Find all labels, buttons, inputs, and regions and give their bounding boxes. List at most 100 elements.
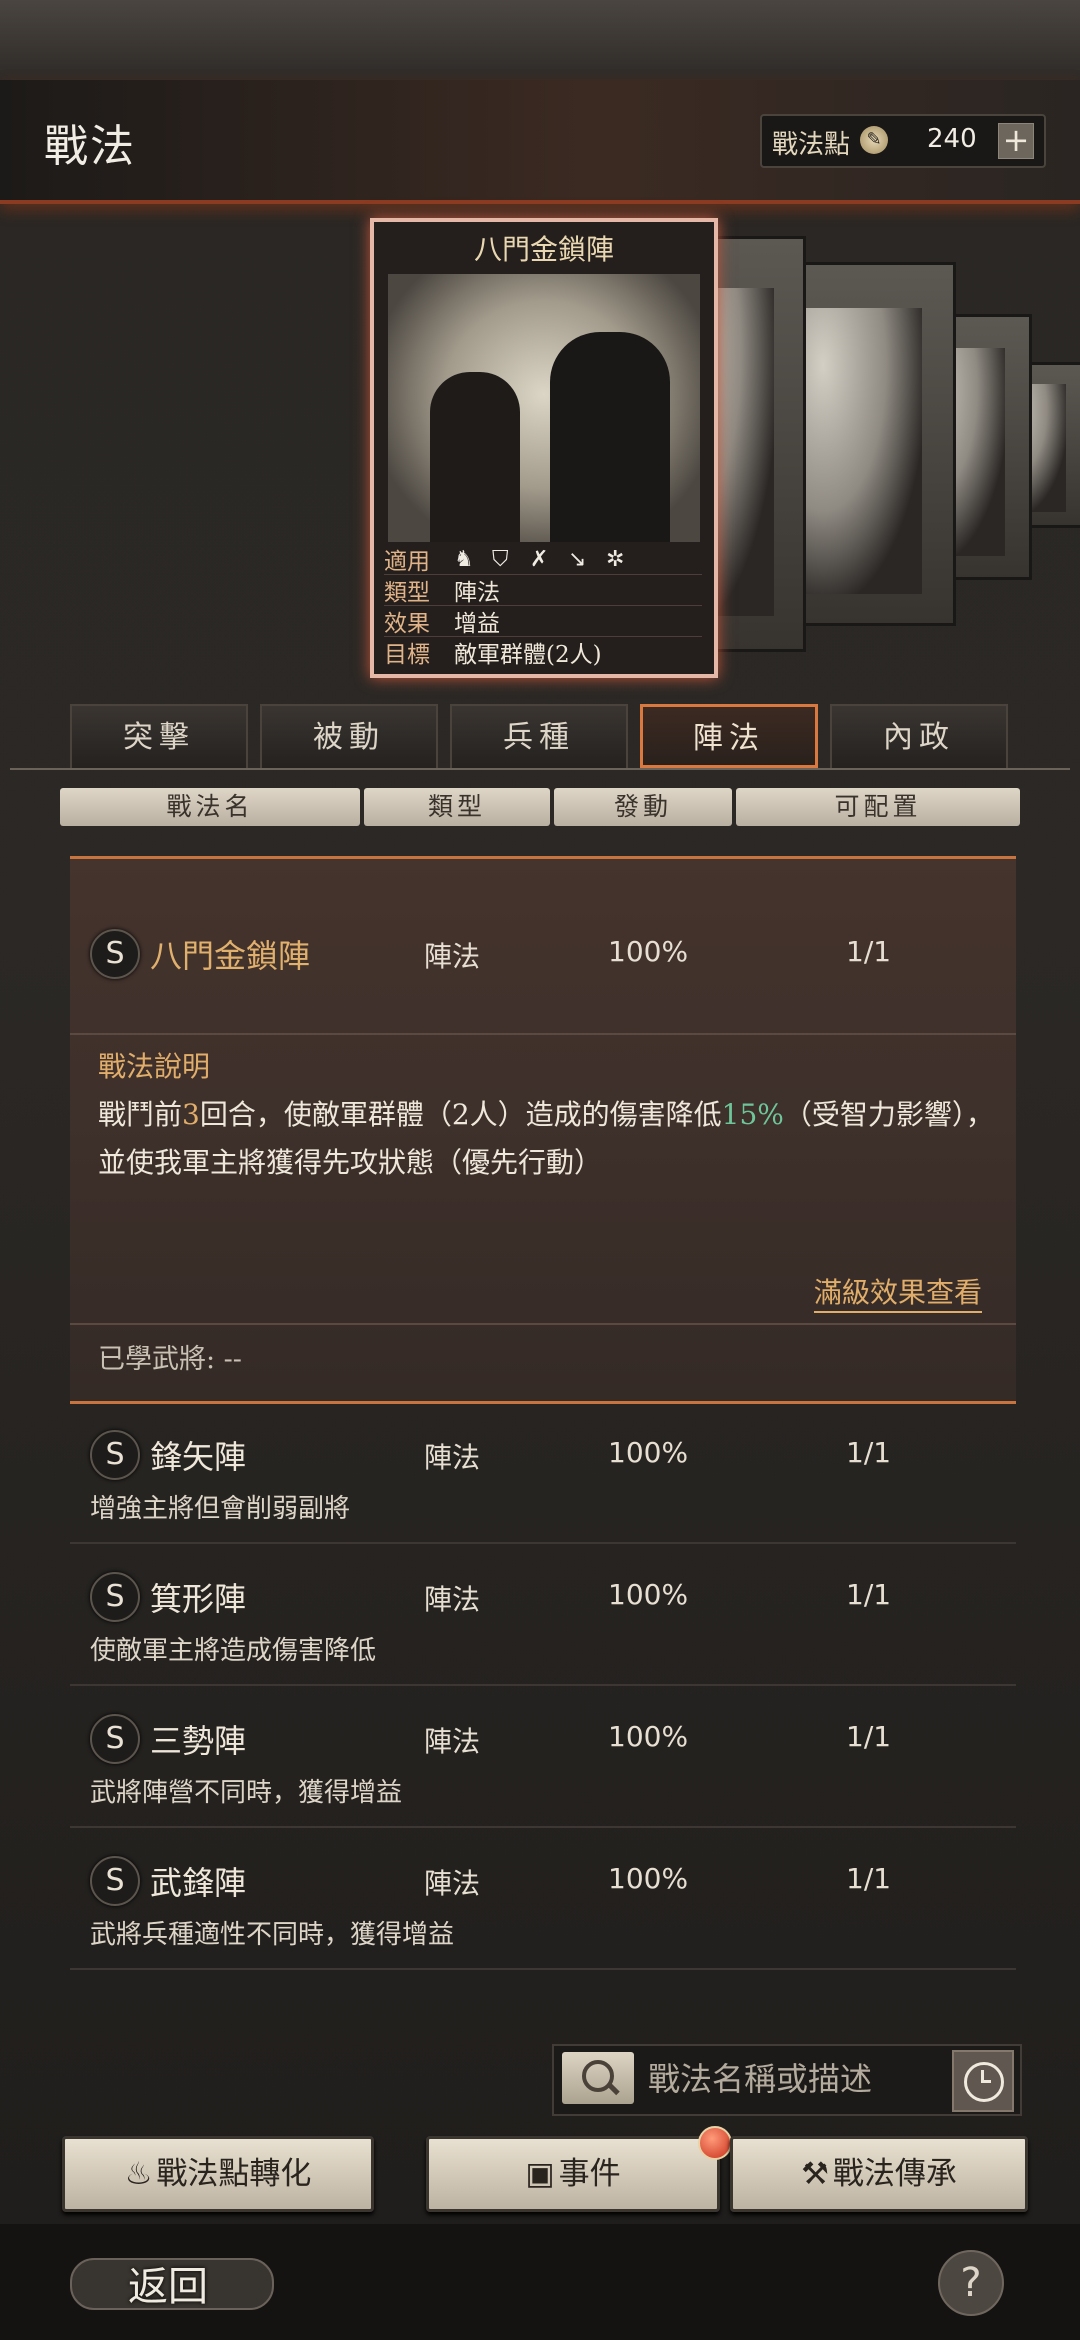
- archer-icon: ✗: [530, 547, 549, 572]
- tactic-rate: 100%: [608, 1720, 689, 1753]
- tactic-summary: 武將兵種適性不同時，獲得增益: [90, 1920, 455, 1950]
- card-row-target: 目標 敵軍群體(2人): [384, 637, 702, 668]
- desc-percent: 15%: [721, 1098, 784, 1131]
- siege-icon: ✲: [606, 547, 625, 572]
- tactic-type: 陣法: [424, 1441, 481, 1474]
- tactic-summary: 使敵軍主將造成傷害降低: [90, 1636, 377, 1666]
- button-label: 事件: [558, 2156, 621, 2192]
- divider: [70, 1323, 1016, 1325]
- unit-icons: ♞ ⛉ ✗ ↘ ✲: [454, 546, 644, 572]
- button-label: 戰法點轉化: [156, 2156, 312, 2192]
- top-decor-band: [0, 0, 1080, 80]
- back-label: 返回: [128, 2264, 208, 2310]
- events-button[interactable]: ▣ 事件: [426, 2136, 720, 2212]
- tab-internal-affairs[interactable]: 內政: [830, 704, 1008, 768]
- convert-points-button[interactable]: ♨ 戰法點轉化: [62, 2136, 374, 2212]
- learned-generals: 已學武將: --: [98, 1344, 242, 1375]
- tactic-type: 陣法: [424, 1583, 481, 1616]
- tactic-name: 三勢陣: [150, 1722, 247, 1760]
- column-header-slots[interactable]: 可配置: [736, 788, 1020, 826]
- grade-badge: S: [90, 1856, 140, 1906]
- search-icon[interactable]: [562, 2052, 634, 2104]
- full-level-effect-link[interactable]: 滿級效果查看: [813, 1271, 982, 1313]
- card-value: 陣法: [454, 580, 500, 606]
- hammer-icon: ⚒: [801, 2156, 829, 2192]
- tactic-slots: 1/1: [846, 1578, 892, 1611]
- grade-badge: S: [90, 1572, 140, 1622]
- help-button[interactable]: ?: [938, 2250, 1004, 2316]
- tactic-name: 八門金鎖陣: [150, 937, 311, 975]
- button-label: 戰法傳承: [832, 2156, 957, 2192]
- tactic-rate: 100%: [608, 1862, 689, 1895]
- card-row-effect: 效果 增益: [384, 606, 702, 637]
- list-item[interactable]: S 武鋒陣 陣法 100% 1/1 武將兵種適性不同時，獲得增益: [70, 1828, 1016, 1970]
- tactic-rate: 100%: [608, 935, 689, 968]
- list-item[interactable]: S 鋒矢陣 陣法 100% 1/1 增強主將但會削弱副將: [70, 1402, 1016, 1544]
- divider: [70, 1033, 1016, 1035]
- tactic-rate: 100%: [608, 1436, 689, 1469]
- notification-badge: [698, 2126, 732, 2160]
- card-row-type: 類型 陣法: [384, 575, 702, 606]
- tactic-type: 陣法: [424, 1867, 481, 1900]
- card-artwork: [388, 274, 700, 542]
- column-header-type[interactable]: 類型: [364, 788, 550, 826]
- tactic-summary: 增強主將但會削弱副將: [90, 1494, 351, 1524]
- shield-icon: ⛉: [492, 547, 509, 572]
- coin-icon: ✎: [860, 126, 888, 154]
- points-value: 240: [927, 124, 977, 154]
- tactic-name: 鋒矢陣: [150, 1438, 247, 1476]
- inherit-tactic-button[interactable]: ⚒ 戰法傳承: [730, 2136, 1028, 2212]
- tab-divider: [10, 768, 1070, 770]
- desc-turns: 3: [182, 1098, 200, 1131]
- grade-badge: S: [90, 1714, 140, 1764]
- search-input[interactable]: [646, 2054, 940, 2104]
- tactic-slots: 1/1: [846, 1862, 892, 1895]
- expanded-tactic-row[interactable]: S 八門金鎖陣 陣法 100% 1/1 戰法說明 戰鬥前3回合，使敵軍群體（2人…: [70, 856, 1016, 1404]
- grade-badge: S: [90, 929, 140, 979]
- tab-formation[interactable]: 陣法: [640, 704, 818, 768]
- column-header-name[interactable]: 戰法名: [60, 788, 360, 826]
- selected-tactic-card[interactable]: 八門金鎖陣 適用 ♞ ⛉ ✗ ↘ ✲ 類型 陣法 效果 增益 目標 敵軍群體(2人): [370, 218, 718, 678]
- tab-assault[interactable]: 突擊: [70, 704, 248, 768]
- points-label: 戰法點: [772, 130, 851, 160]
- clock-icon[interactable]: [952, 2050, 1014, 2112]
- tactic-name: 武鋒陣: [150, 1864, 247, 1902]
- grade-badge: S: [90, 1430, 140, 1480]
- card-key: 適用: [384, 549, 430, 575]
- card-key: 類型: [384, 580, 430, 606]
- card-key: 效果: [384, 611, 430, 637]
- tactic-name: 箕形陣: [150, 1580, 247, 1618]
- tactic-rate: 100%: [608, 1578, 689, 1611]
- tactic-slots: 1/1: [846, 1720, 892, 1753]
- spear-icon: ↘: [568, 547, 587, 572]
- tactic-points-panel: 戰法點 ✎ 240 +: [760, 114, 1046, 168]
- tactic-slots: 1/1: [846, 1436, 892, 1469]
- back-button[interactable]: 返回: [70, 2252, 274, 2312]
- tactic-slots: 1/1: [846, 935, 892, 968]
- desc-text: 回合，使敵軍群體（2人）造成的傷害降低: [199, 1098, 722, 1131]
- tactic-summary: 武將陣營不同時，獲得增益: [90, 1778, 403, 1808]
- description-title: 戰法說明: [98, 1050, 211, 1083]
- card-value: 增益: [454, 611, 500, 637]
- tab-passive[interactable]: 被動: [260, 704, 438, 768]
- tactic-type: 陣法: [424, 1725, 481, 1758]
- add-points-button[interactable]: +: [998, 123, 1034, 159]
- tactic-type: 陣法: [424, 940, 481, 973]
- card-value: 敵軍群體(2人): [454, 642, 602, 668]
- card-name: 八門金鎖陣: [473, 233, 614, 266]
- desc-text: 戰鬥前: [98, 1098, 183, 1131]
- column-header-trigger[interactable]: 發動: [554, 788, 732, 826]
- card-row-applicable: 適用 ♞ ⛉ ✗ ↘ ✲: [384, 544, 702, 575]
- cavalry-icon: ♞: [454, 547, 474, 572]
- page-title: 戰法: [44, 121, 136, 172]
- search-bar: [552, 2044, 1022, 2116]
- tab-troop-type[interactable]: 兵種: [450, 704, 628, 768]
- alert-icon: ▣: [525, 2156, 555, 2192]
- flame-icon: ♨: [124, 2156, 153, 2192]
- list-item[interactable]: S 三勢陣 陣法 100% 1/1 武將陣營不同時，獲得增益: [70, 1686, 1016, 1828]
- card-key: 目標: [384, 642, 430, 668]
- category-tabs: 突擊 被動 兵種 陣法 內政: [70, 704, 1010, 768]
- tactic-description: 戰鬥前3回合，使敵軍群體（2人）造成的傷害降低15%（受智力影響），並使我軍主將…: [98, 1091, 998, 1187]
- list-item[interactable]: S 箕形陣 陣法 100% 1/1 使敵軍主將造成傷害降低: [70, 1544, 1016, 1686]
- card-info: 適用 ♞ ⛉ ✗ ↘ ✲ 類型 陣法 效果 增益 目標 敵軍群體(2人): [384, 544, 702, 668]
